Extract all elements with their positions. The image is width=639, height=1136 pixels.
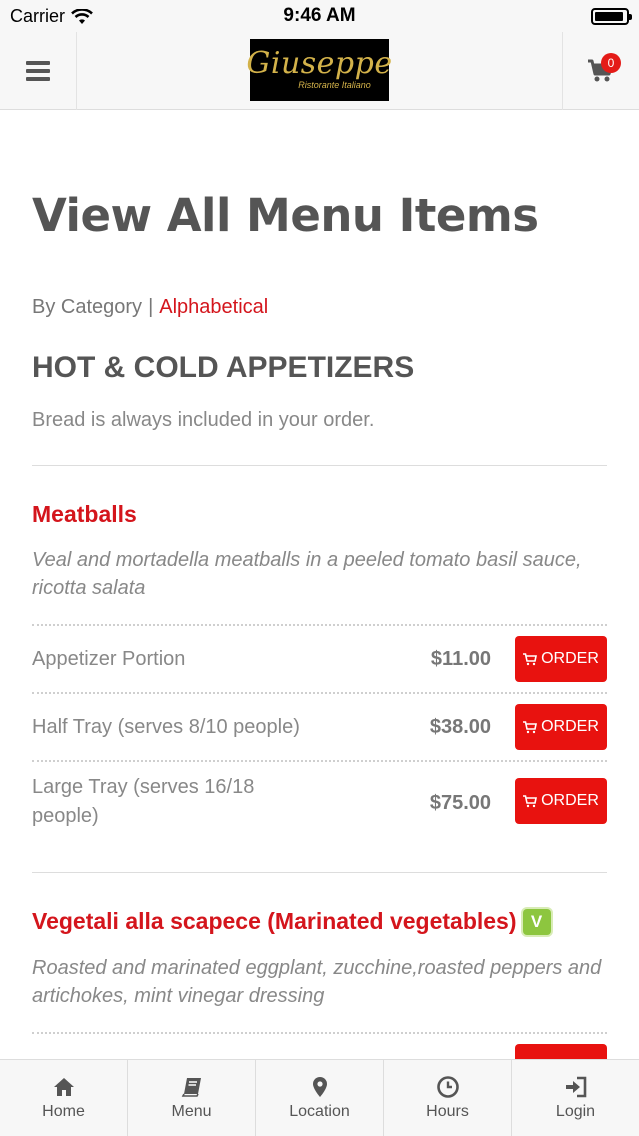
category-note: Bread is always included in your order. (32, 409, 375, 431)
cart-button[interactable]: 0 (562, 32, 639, 110)
tab-label: Menu (171, 1103, 212, 1120)
tab-login[interactable]: Login (512, 1060, 639, 1136)
item-name-vegetali[interactable]: Vegetali alla scapece (Marinated vegetab… (32, 908, 551, 935)
tab-label: Hours (426, 1103, 469, 1120)
item-description: Veal and mortadella meatballs in a peele… (32, 549, 582, 599)
order-button-label: ORDER (541, 792, 599, 809)
sign-in-icon (565, 1076, 586, 1098)
sort-by-category-link[interactable]: By Category (32, 296, 142, 318)
clock-icon (436, 1076, 459, 1098)
cart-icon (523, 795, 538, 808)
tab-label: Location (289, 1103, 350, 1120)
item-description: Roasted and marinated eggplant, zucchine… (32, 957, 602, 1007)
price-value: $75.00 (429, 792, 491, 814)
sort-options: By Category | Alphabetical (32, 296, 268, 319)
item-name-meatballs[interactable]: Meatballs (32, 501, 137, 528)
tab-label: Login (555, 1103, 596, 1120)
category-title: HOT & COLD APPETIZERS (32, 351, 415, 384)
divider (32, 872, 607, 873)
sort-separator: | (148, 296, 154, 318)
item-name-text: Vegetali alla scapece (Marinated vegetab… (32, 908, 517, 934)
price-value: $11.00 (430, 648, 491, 670)
price-label: Appetizer Portion (32, 648, 186, 670)
battery-icon (591, 8, 632, 25)
sort-alphabetical-link[interactable]: Alphabetical (159, 296, 268, 318)
status-bar: Carrier 9:46 AM (0, 0, 639, 32)
status-time: 9:46 AM (283, 5, 356, 26)
home-icon (53, 1078, 74, 1096)
cart-count-badge: 0 (601, 53, 621, 73)
order-button[interactable]: ORDER (515, 778, 607, 824)
vegetarian-badge: V (522, 909, 551, 935)
price-label: Half Tray (serves 8/10 people) (32, 716, 300, 738)
tab-menu[interactable]: Menu (128, 1060, 256, 1136)
tab-label: Home (42, 1103, 85, 1120)
tab-location[interactable]: Location (256, 1060, 384, 1136)
price-value: $38.00 (429, 716, 491, 738)
dotted-divider (32, 624, 607, 626)
book-icon (181, 1078, 201, 1097)
hamburger-icon (26, 61, 50, 81)
dotted-divider (32, 760, 607, 762)
restaurant-logo[interactable]: Giuseppe Ristorante Italiano (246, 39, 392, 101)
order-button[interactable]: ORDER (515, 704, 607, 750)
tab-hours[interactable]: Hours (384, 1060, 512, 1136)
bottom-tab-bar: Home Menu Location Hours Login (0, 1059, 639, 1136)
cart-icon (523, 653, 538, 666)
app-header: Giuseppe Ristorante Italiano 0 (0, 32, 639, 110)
logo-name: Giuseppe (246, 46, 393, 81)
price-label: Large Tray (serves 16/18 people) (32, 776, 255, 827)
cart-icon (523, 721, 538, 734)
dotted-divider (32, 692, 607, 694)
order-button-label: ORDER (541, 650, 599, 667)
menu-button[interactable] (0, 32, 77, 110)
dotted-divider (32, 1032, 607, 1034)
order-button-label: ORDER (541, 718, 599, 735)
logo-subtitle: Ristorante Italiano (298, 80, 371, 90)
map-marker-icon (312, 1077, 327, 1097)
order-button[interactable]: ORDER (515, 636, 607, 682)
divider (32, 465, 607, 466)
tab-home[interactable]: Home (0, 1060, 128, 1136)
page-title: View All Menu Items (32, 189, 539, 242)
